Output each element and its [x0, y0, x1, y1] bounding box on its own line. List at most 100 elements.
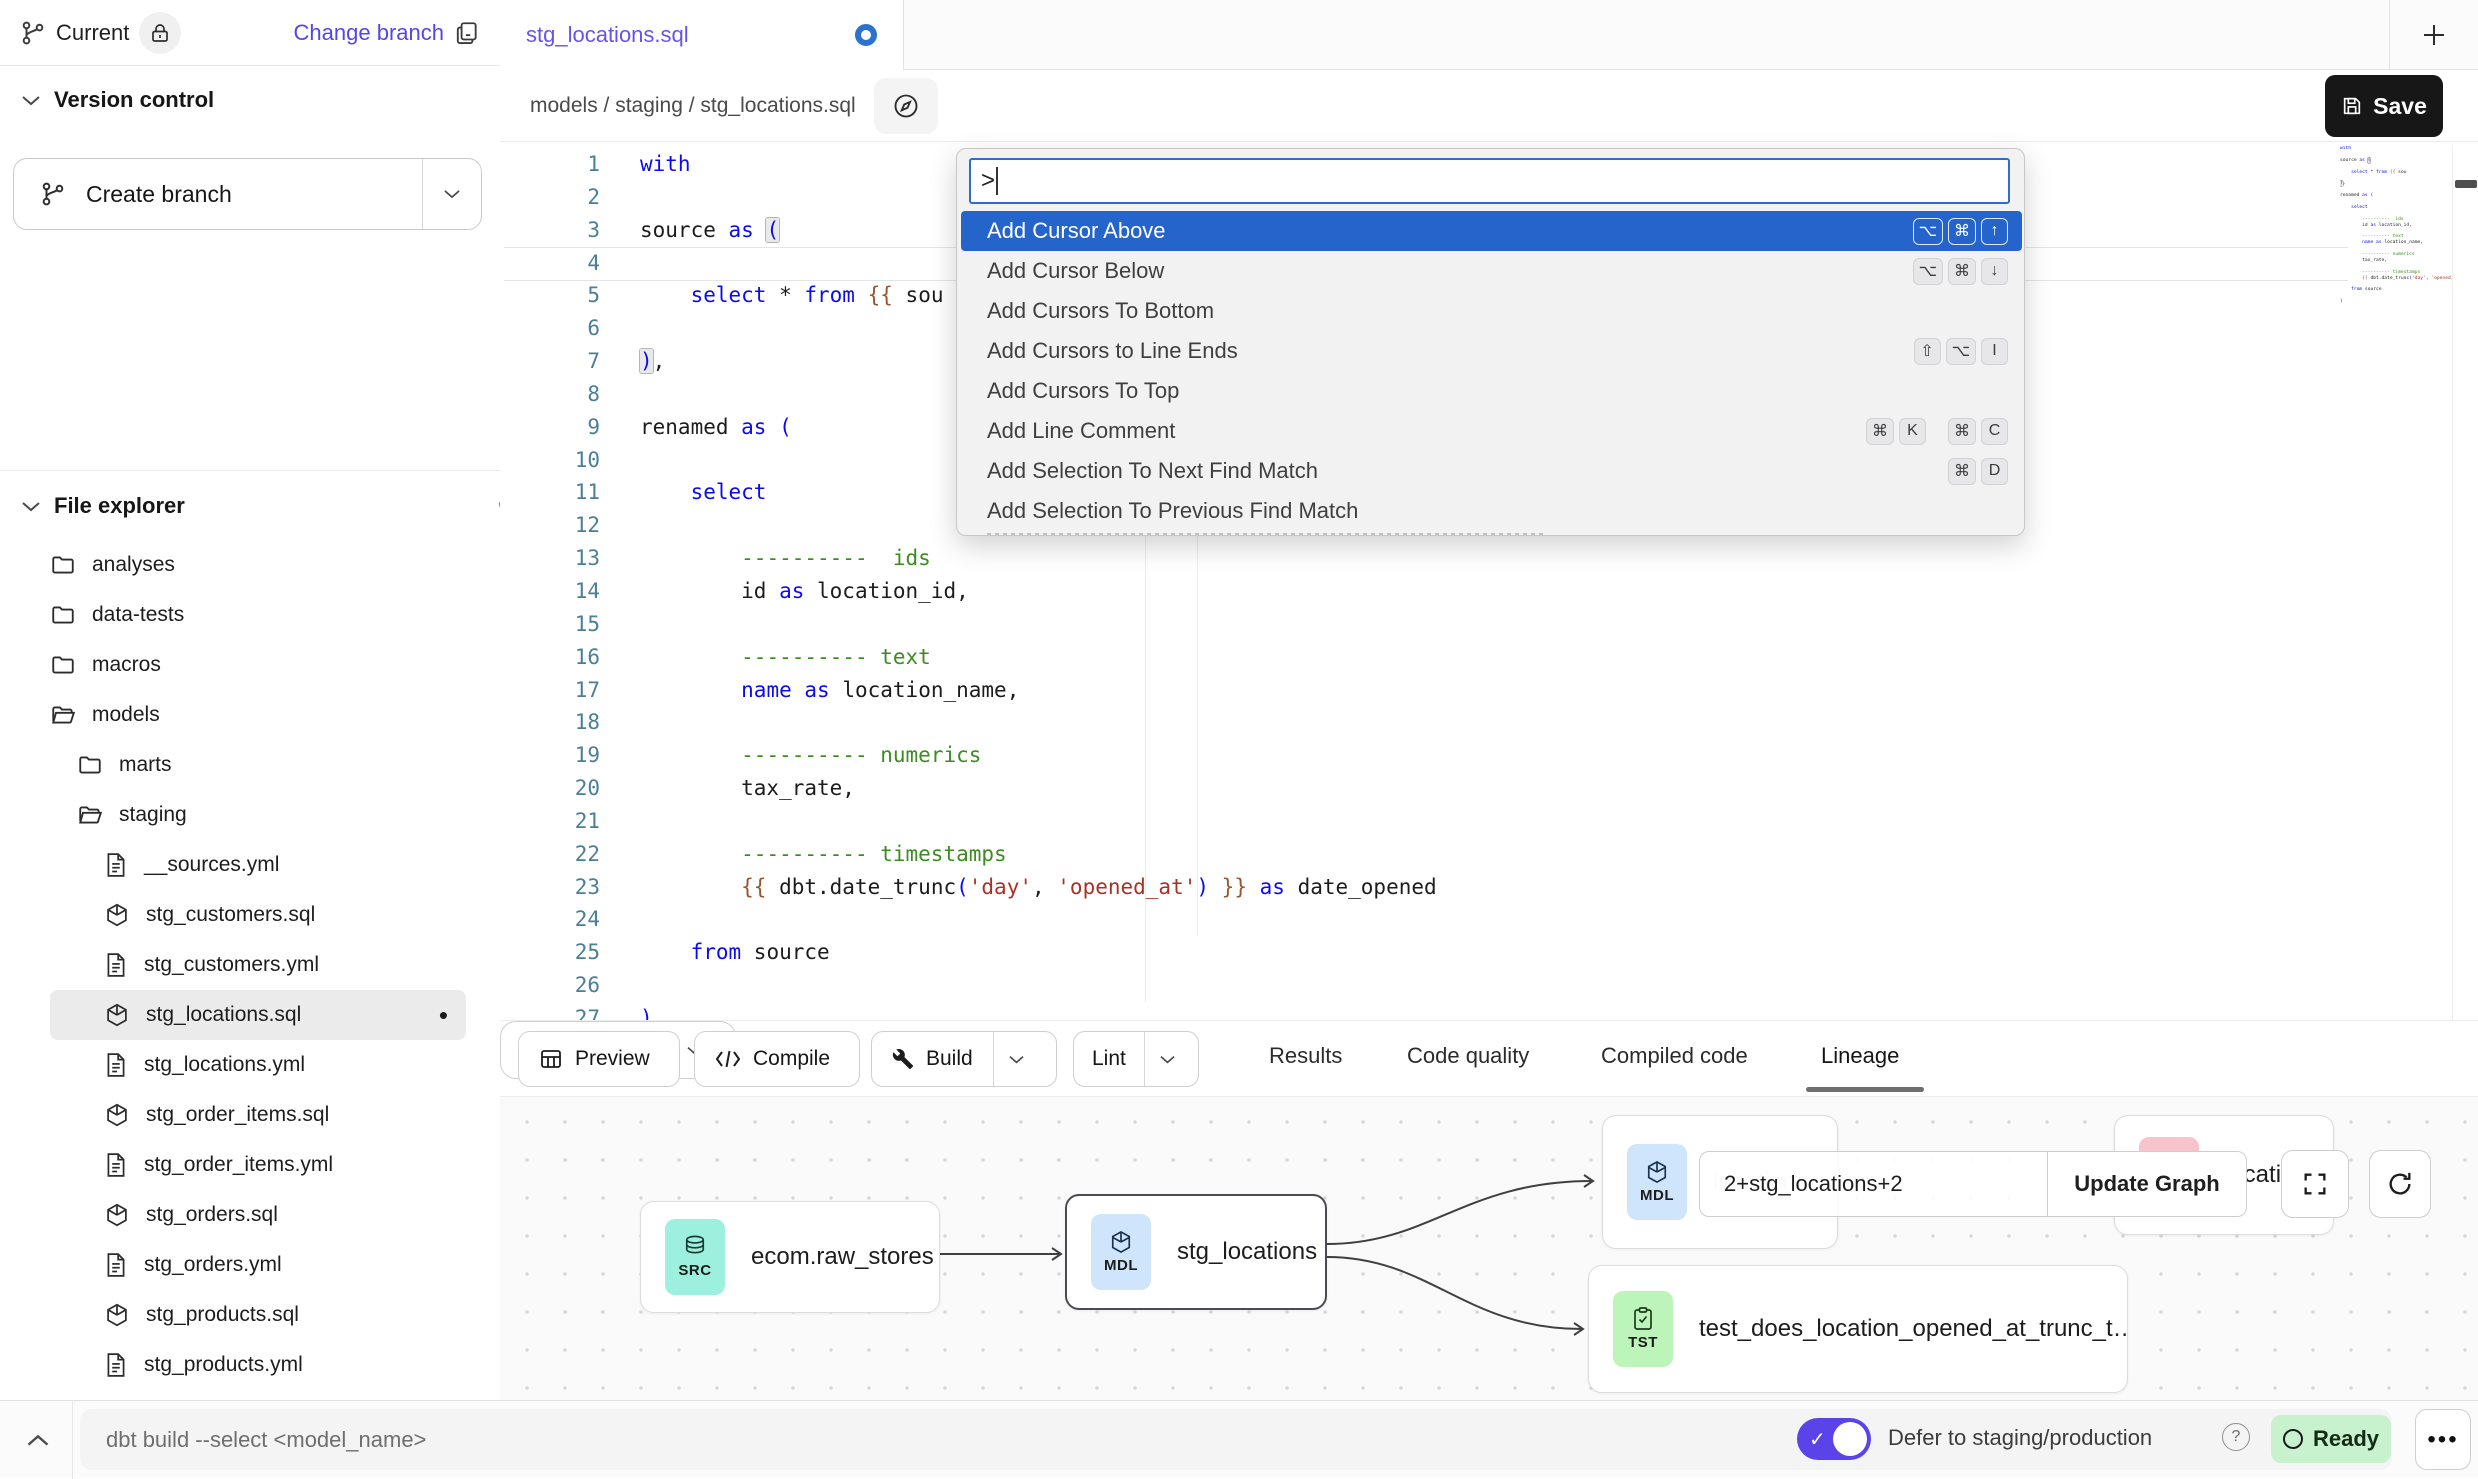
change-branch-link[interactable]: Change branch — [294, 20, 444, 46]
fullscreen-button[interactable] — [2281, 1150, 2349, 1218]
file-row--sources-yml[interactable]: __sources.yml — [50, 840, 466, 890]
file-row-stg-order-items-yml[interactable]: stg_order_items.yml — [50, 1140, 466, 1190]
lineage-panel[interactable]: SRC ecom.raw_stores MDL stg_locations MD… — [500, 1096, 2478, 1400]
more-options-button[interactable]: ••• — [2415, 1409, 2471, 1470]
key-chip: ⌥ — [1913, 258, 1943, 285]
palette-item-label: Add Cursors To Top — [987, 378, 1179, 404]
toggle-knob — [1833, 1422, 1867, 1456]
code-line[interactable]: 26 — [500, 969, 2478, 1002]
file-row-stg-order-items-sql[interactable]: stg_order_items.sql — [50, 1090, 466, 1140]
palette-item-add-cursors-to-line-ends[interactable]: Add Cursors to Line Ends ⇧⌥I — [961, 331, 2022, 371]
version-control-header[interactable]: Version control — [0, 72, 544, 128]
create-branch-button[interactable]: Create branch — [13, 158, 482, 230]
file-row-macros[interactable]: macros — [50, 640, 466, 690]
model-cube-icon — [104, 1002, 130, 1028]
copy-icon[interactable] — [454, 20, 480, 46]
palette-item-add-line-comment[interactable]: Add Line Comment⌘K⌘C — [961, 411, 2022, 451]
save-button[interactable]: Save — [2325, 75, 2443, 137]
help-icon[interactable]: ? — [2222, 1423, 2250, 1451]
file-row-staging[interactable]: staging — [50, 790, 466, 840]
file-row-stg-locations-yml[interactable]: stg_locations.yml — [50, 1040, 466, 1090]
line-number: 15 — [500, 608, 600, 641]
line-number: 8 — [500, 378, 600, 411]
code-line[interactable]: 23 {{ dbt.date_trunc('day', 'opened_at')… — [500, 871, 2478, 904]
navigate-button[interactable] — [874, 78, 938, 134]
line-number: 6 — [500, 312, 600, 345]
tab-stg-locations-sql[interactable]: stg_locations.sql — [500, 0, 904, 70]
test-badge: TST — [1613, 1291, 1673, 1367]
code-line[interactable]: 19 ---------- numerics — [500, 739, 2478, 772]
code-line[interactable]: 25 from source — [500, 936, 2478, 969]
lock-icon — [151, 23, 169, 43]
lint-button[interactable]: Lint — [1073, 1031, 1199, 1087]
command-palette-input[interactable]: > — [969, 158, 2010, 204]
lineage-node-test[interactable]: TST test_does_location_opened_at_trunc_t… — [1588, 1265, 2128, 1393]
tab-compiled-code[interactable]: Compiled code — [1601, 1021, 1748, 1091]
palette-item-add-selection-to-next-find-match[interactable]: Add Selection To Next Find Match⌘D — [961, 451, 2022, 491]
palette-item-label: Add Cursors To Bottom — [987, 298, 1214, 324]
new-tab-button[interactable] — [2389, 0, 2478, 70]
key-chip: ⌘ — [1866, 418, 1894, 445]
code-line[interactable]: 24 — [500, 903, 2478, 936]
breadcrumb-row: models / staging / stg_locations.sql — [500, 70, 2478, 142]
file-row-stg-products-yml[interactable]: stg_products.yml — [50, 1340, 466, 1390]
build-button[interactable]: Build — [871, 1031, 1057, 1087]
editor-minimap[interactable]: withsource as ( select * from {{ sou),re… — [2340, 146, 2452, 308]
file-row-stg-orders-sql[interactable]: stg_orders.sql — [50, 1190, 466, 1240]
tab-code-quality[interactable]: Code quality — [1407, 1021, 1529, 1091]
file-row-analyses[interactable]: analyses — [50, 540, 466, 590]
line-number: 21 — [500, 805, 600, 838]
code-line[interactable]: 16 ---------- text — [500, 641, 2478, 674]
lineage-selector-input[interactable]: 2+stg_locations+2 — [1700, 1152, 2047, 1216]
file-row-stg-locations-sql[interactable]: stg_locations.sql• — [50, 990, 466, 1040]
compile-button[interactable]: Compile — [694, 1031, 860, 1087]
code-line[interactable]: 20 tax_rate, — [500, 772, 2478, 805]
collapse-panel-button[interactable] — [18, 1423, 58, 1457]
code-line[interactable]: 17 name as location_name, — [500, 674, 2478, 707]
code-line[interactable]: 15 — [500, 608, 2478, 641]
palette-item-add-cursor-below[interactable]: Add Cursor Below⌥⌘↓ — [961, 251, 2022, 291]
tab-results[interactable]: Results — [1269, 1021, 1342, 1091]
palette-item-add-cursors-to-bottom[interactable]: Add Cursors To Bottom — [961, 291, 2022, 331]
file-label: stg_order_items.sql — [146, 1103, 329, 1127]
prompt-char: > — [981, 167, 995, 195]
palette-item-label: Add Cursors to Line Ends — [987, 338, 1238, 364]
scrollbar-thumb[interactable] — [2455, 180, 2477, 188]
defer-toggle[interactable]: ✓ — [1797, 1418, 1871, 1460]
code-line[interactable]: 21 — [500, 805, 2478, 838]
create-branch-dropdown[interactable] — [422, 159, 481, 229]
palette-item-add-cursor-above[interactable]: Add Cursor Above⌥⌘↑ — [961, 211, 2022, 251]
file-row-marts[interactable]: marts — [50, 740, 466, 790]
lineage-node-stg-locations[interactable]: MDL stg_locations — [1065, 1194, 1327, 1310]
file-row-stg-products-sql[interactable]: stg_products.sql — [50, 1290, 466, 1340]
shortcut-keys: ⌥⌘↑ — [1913, 218, 2008, 245]
file-row-data-tests[interactable]: data-tests — [50, 590, 466, 640]
lint-dropdown[interactable] — [1144, 1032, 1191, 1086]
code-line[interactable]: 22 ---------- timestamps — [500, 838, 2478, 871]
code-line[interactable]: 14 id as location_id, — [500, 575, 2478, 608]
update-graph-button[interactable]: Update Graph — [2047, 1152, 2246, 1216]
file-row-stg-customers-yml[interactable]: stg_customers.yml — [50, 940, 466, 990]
build-dropdown[interactable] — [993, 1032, 1040, 1086]
preview-button[interactable]: Preview — [518, 1031, 680, 1087]
refresh-button[interactable] — [2369, 1150, 2431, 1218]
file-row-stg-customers-sql[interactable]: stg_customers.sql — [50, 890, 466, 940]
palette-item-add-cursors-to-top[interactable]: Add Cursors To Top — [961, 371, 2022, 411]
tab-lineage[interactable]: Lineage — [1821, 1021, 1899, 1091]
file-explorer-header[interactable]: File explorer — [0, 478, 544, 534]
line-number: 4 — [500, 247, 600, 280]
palette-item-add-selection-to-previous-find-match[interactable]: Add Selection To Previous Find Match — [961, 491, 2022, 531]
code-line[interactable]: 18 — [500, 706, 2478, 739]
line-number: 20 — [500, 772, 600, 805]
model-badge: MDL — [1627, 1144, 1687, 1220]
file-row-stg-orders-yml[interactable]: stg_orders.yml — [50, 1240, 466, 1290]
lineage-node-source[interactable]: SRC ecom.raw_stores — [640, 1201, 940, 1313]
code-line[interactable]: 13 ---------- ids — [500, 542, 2478, 575]
line-number: 1 — [500, 148, 600, 181]
line-number: 11 — [500, 476, 600, 509]
code-line[interactable]: ) — [2340, 299, 2452, 305]
file-label: __sources.yml — [144, 853, 279, 877]
file-row-models[interactable]: models — [50, 690, 466, 740]
shortcut-keys: ⇧⌥I — [1914, 338, 2008, 365]
code-line[interactable]: 27) — [500, 1002, 2478, 1020]
